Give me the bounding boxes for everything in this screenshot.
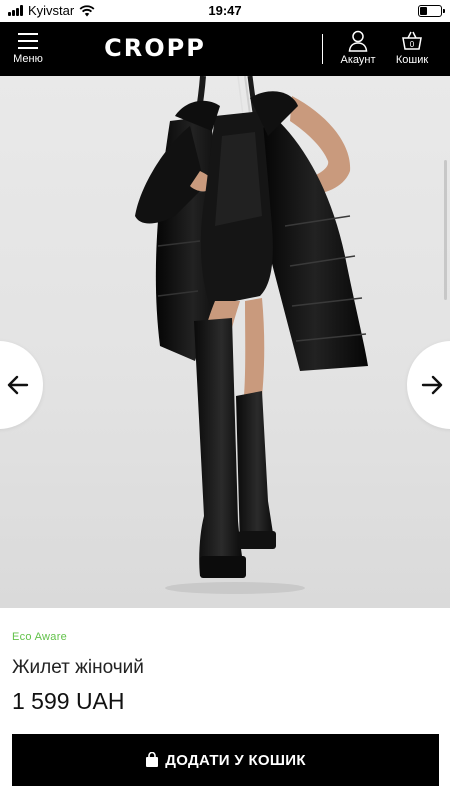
- cart-label: Кошик: [395, 54, 429, 66]
- arrow-left-icon: [7, 375, 29, 395]
- scroll-indicator[interactable]: [444, 160, 447, 300]
- add-to-cart-label: ДОДАТИ У КОШИК: [165, 751, 306, 769]
- svg-text:0: 0: [410, 40, 415, 49]
- basket-icon: 0: [402, 31, 422, 50]
- site-header: Меню CROPP Акаунт 0 Кошик: [0, 22, 450, 76]
- status-time: 19:47: [208, 3, 242, 18]
- cropp-logo[interactable]: CROPP: [90, 34, 220, 62]
- product-photo: [135, 76, 368, 594]
- status-bar: Kyivstar 19:47: [0, 0, 450, 22]
- product-name: Жилет жіночий: [12, 657, 144, 678]
- add-to-cart-button[interactable]: ДОДАТИ У КОШИК: [12, 734, 439, 786]
- user-icon: [348, 30, 368, 52]
- menu-label: Меню: [13, 53, 43, 65]
- header-divider: [322, 34, 323, 64]
- battery-fill: [420, 7, 427, 15]
- account-button[interactable]: Акаунт: [335, 28, 381, 72]
- account-label: Акаунт: [340, 54, 376, 66]
- hamburger-icon: [18, 33, 38, 49]
- eco-aware-badge: Eco Aware: [12, 631, 68, 643]
- arrow-right-icon: [421, 375, 443, 395]
- battery-icon: [418, 5, 445, 17]
- cart-button[interactable]: 0 Кошик: [390, 28, 434, 72]
- product-image[interactable]: [0, 76, 450, 608]
- product-price: 1 599 UAH: [12, 688, 125, 714]
- shopping-bag-icon: [146, 752, 159, 767]
- menu-button[interactable]: Меню: [8, 28, 48, 72]
